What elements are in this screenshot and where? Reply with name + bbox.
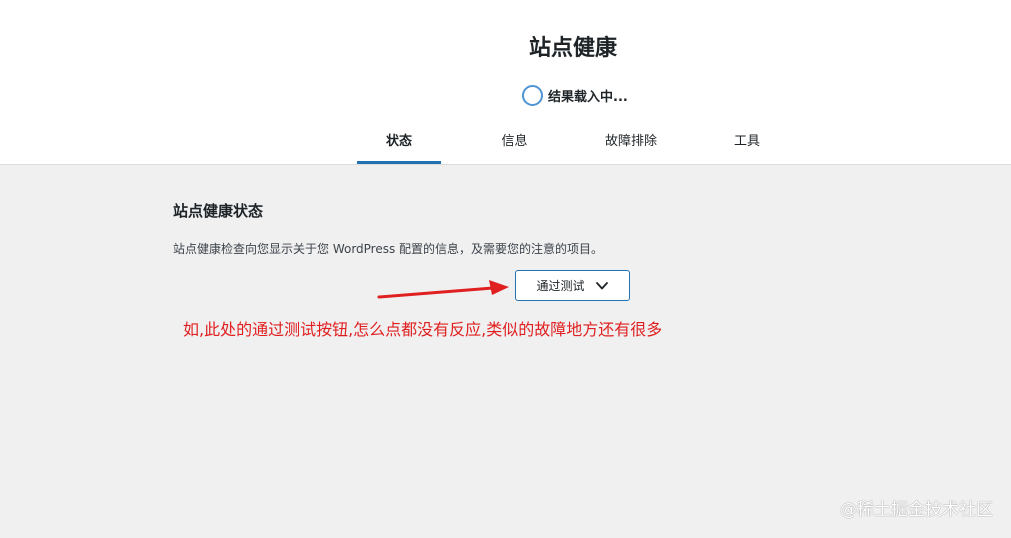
tab-info[interactable]: 信息 bbox=[441, 118, 588, 164]
watermark: @稀土掘金技术社区 bbox=[840, 500, 993, 520]
annotation-arrow-icon bbox=[377, 280, 509, 299]
progress-ring-icon bbox=[522, 85, 543, 106]
annotation-text: 如,此处的通过测试按钮,怎么点都没有反应,类似的故障地方还有很多 bbox=[183, 320, 663, 339]
section-title: 站点健康状态 bbox=[173, 202, 264, 220]
health-progress: 结果载入中... bbox=[522, 85, 628, 106]
tab-troubleshooting[interactable]: 故障排除 bbox=[588, 118, 674, 164]
passed-tests-toggle-button[interactable]: 通过测试 bbox=[515, 270, 630, 301]
page-title: 站点健康 bbox=[528, 36, 617, 61]
site-health-header: 站点健康 结果载入中... 状态 信息 故障排除 工具 bbox=[0, 0, 1011, 165]
site-health-tabs: 状态 信息 故障排除 工具 bbox=[357, 118, 820, 164]
chevron-down-icon bbox=[595, 281, 608, 289]
tab-tools[interactable]: 工具 bbox=[674, 118, 820, 164]
section-description: 站点健康检查向您显示关于您 WordPress 配置的信息，及需要您的注意的项目… bbox=[173, 242, 604, 256]
tab-status[interactable]: 状态 bbox=[357, 118, 441, 164]
passed-tests-label: 通过测试 bbox=[536, 279, 585, 293]
progress-label: 结果载入中... bbox=[548, 90, 628, 105]
